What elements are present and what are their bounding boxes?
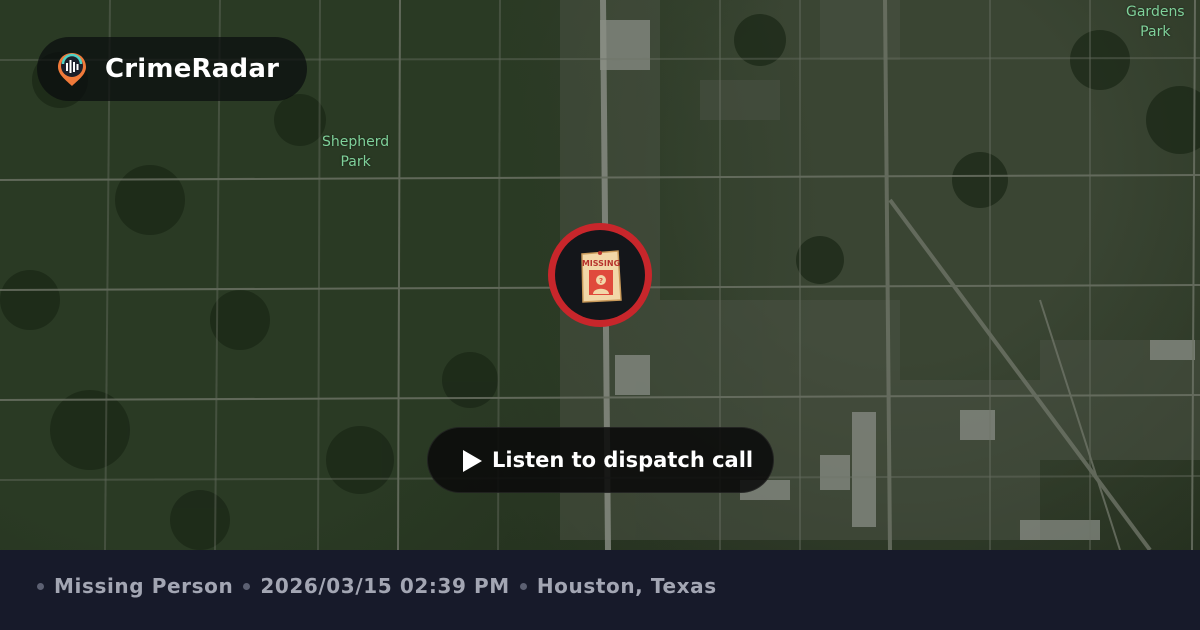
incident-datetime: 2026/03/15 02:39 PM <box>260 574 510 598</box>
svg-text:?: ? <box>599 277 603 285</box>
incident-marker[interactable]: MISSING ? <box>548 223 652 327</box>
incident-location: Houston, Texas <box>536 574 717 598</box>
brand-badge[interactable]: CrimeRadar <box>37 37 307 101</box>
dispatch-button-label: Listen to dispatch call <box>492 448 754 472</box>
place-label-gardens-park: Gardens Park <box>1126 4 1185 40</box>
marker-core: MISSING ? <box>555 230 645 320</box>
brand-name: CrimeRadar <box>105 54 280 84</box>
incident-meta: Missing Person 2026/03/15 02:39 PM Houst… <box>37 572 717 600</box>
radar-pin-logo-icon <box>58 53 86 86</box>
place-label-shepherd-park: Shepherd Park <box>322 134 390 170</box>
incident-footer: Missing Person 2026/03/15 02:39 PM Houst… <box>0 550 1200 630</box>
play-icon <box>463 450 482 472</box>
separator-dot <box>243 582 251 590</box>
separator-dot <box>519 582 527 590</box>
incident-type: Missing Person <box>54 574 234 598</box>
poster-text: MISSING <box>582 259 620 268</box>
listen-dispatch-button[interactable]: Listen to dispatch call <box>427 427 774 493</box>
missing-poster-icon: MISSING ? <box>581 250 622 303</box>
separator-dot <box>37 582 44 590</box>
